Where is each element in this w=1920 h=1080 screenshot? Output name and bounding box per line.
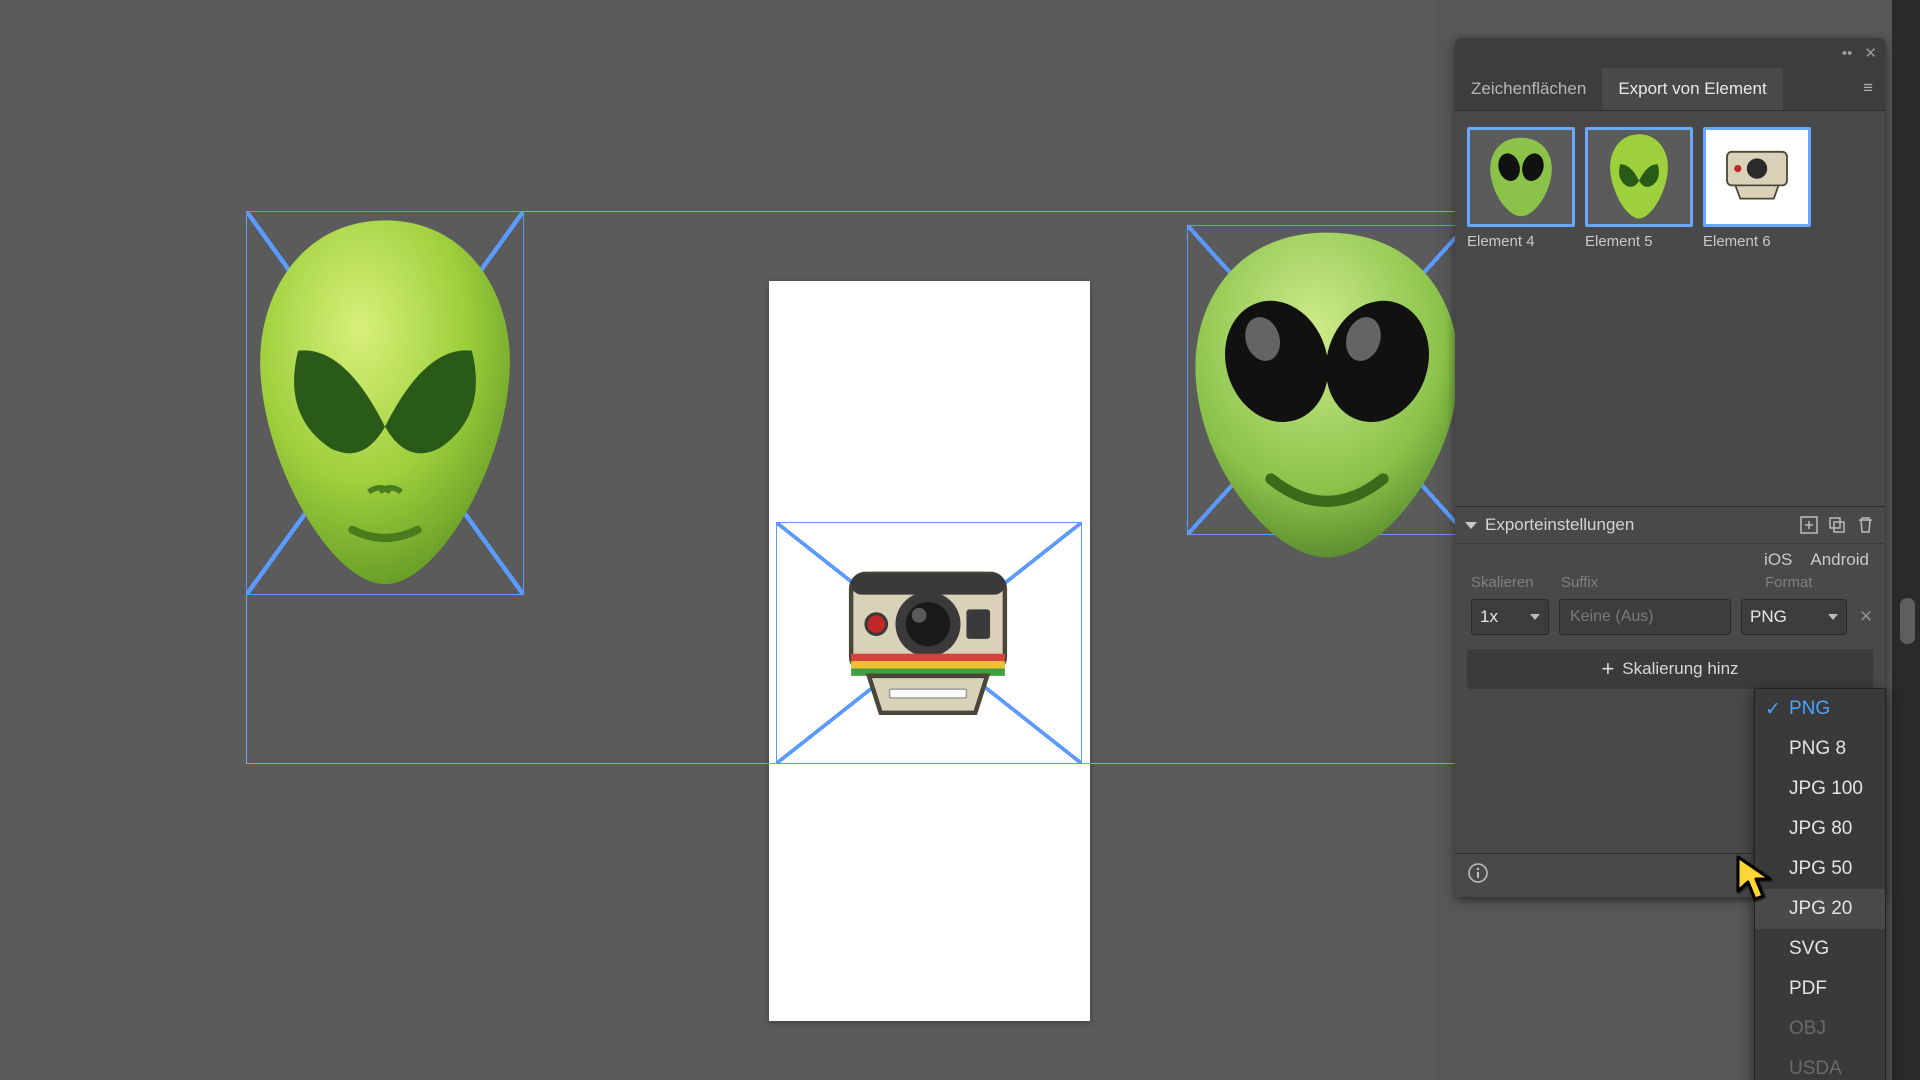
delete-setting-icon[interactable] — [1855, 515, 1875, 535]
format-option[interactable]: SVG — [1755, 929, 1885, 969]
scale-value: 1x — [1480, 607, 1498, 627]
format-option[interactable]: JPG 100 — [1755, 769, 1885, 809]
selection-box-alien-right[interactable] — [1187, 225, 1467, 535]
asset-label: Element 5 — [1585, 233, 1693, 250]
tab-export[interactable]: Export von Element — [1602, 68, 1782, 110]
collapse-settings-icon[interactable] — [1465, 522, 1477, 529]
add-scale-label: Skalierung hinz — [1622, 659, 1738, 679]
asset-thumbnail[interactable]: Element 6 — [1703, 127, 1811, 250]
remove-row-icon[interactable]: ✕ — [1857, 607, 1875, 627]
format-value: PNG — [1750, 607, 1787, 627]
add-scale-button[interactable]: + Skalierung hinz — [1467, 649, 1873, 689]
format-option[interactable]: PNG — [1755, 689, 1885, 729]
format-option[interactable]: PDF — [1755, 969, 1885, 1009]
platform-ios[interactable]: iOS — [1764, 550, 1792, 570]
asset-label: Element 6 — [1703, 233, 1811, 250]
format-option[interactable]: JPG 80 — [1755, 809, 1885, 849]
selection-box-alien-left[interactable] — [246, 211, 524, 595]
canvas-area[interactable] — [0, 0, 1435, 1080]
format-option: USDA — [1755, 1049, 1885, 1080]
close-panel-icon[interactable]: ✕ — [1864, 44, 1877, 62]
format-option[interactable]: JPG 20 — [1755, 889, 1885, 929]
chevron-down-icon — [1530, 614, 1540, 620]
settings-title: Exporteinstellungen — [1485, 515, 1791, 535]
suffix-placeholder: Keine (Aus) — [1570, 608, 1654, 626]
plus-icon: + — [1601, 658, 1614, 680]
format-dropdown[interactable]: PNG — [1741, 599, 1847, 635]
format-option[interactable]: PNG 8 — [1755, 729, 1885, 769]
assets-area: Element 4 Element 5 Element 6 — [1455, 111, 1885, 506]
suffix-input[interactable]: Keine (Aus) — [1559, 599, 1731, 635]
camera-icon-on-artboard — [838, 565, 1018, 735]
col-format-label: Format — [1765, 574, 1869, 591]
asset-thumbnail[interactable]: Element 5 — [1585, 127, 1693, 250]
asset-label: Element 4 — [1467, 233, 1575, 250]
format-dropdown-popup: PNGPNG 8JPG 100JPG 80JPG 50JPG 20SVGPDFO… — [1754, 688, 1886, 1080]
format-option: OBJ — [1755, 1009, 1885, 1049]
scrollbar-thumb[interactable] — [1900, 598, 1915, 644]
tab-artboards[interactable]: Zeichenflächen — [1455, 68, 1602, 110]
scale-dropdown[interactable]: 1x — [1471, 599, 1549, 635]
vertical-scrollbar[interactable] — [1892, 0, 1920, 1080]
collapse-panel-icon[interactable]: •• — [1842, 45, 1853, 62]
platform-android[interactable]: Android — [1810, 550, 1869, 570]
col-scale-label: Skalieren — [1471, 574, 1549, 591]
asset-thumbnail[interactable]: Element 4 — [1467, 127, 1575, 250]
add-setting-icon[interactable] — [1799, 515, 1819, 535]
format-option[interactable]: JPG 50 — [1755, 849, 1885, 889]
chevron-down-icon — [1828, 614, 1838, 620]
panel-menu-icon[interactable]: ≡ — [1851, 68, 1885, 110]
col-suffix-label: Suffix — [1561, 574, 1753, 591]
duplicate-setting-icon[interactable] — [1827, 515, 1847, 535]
